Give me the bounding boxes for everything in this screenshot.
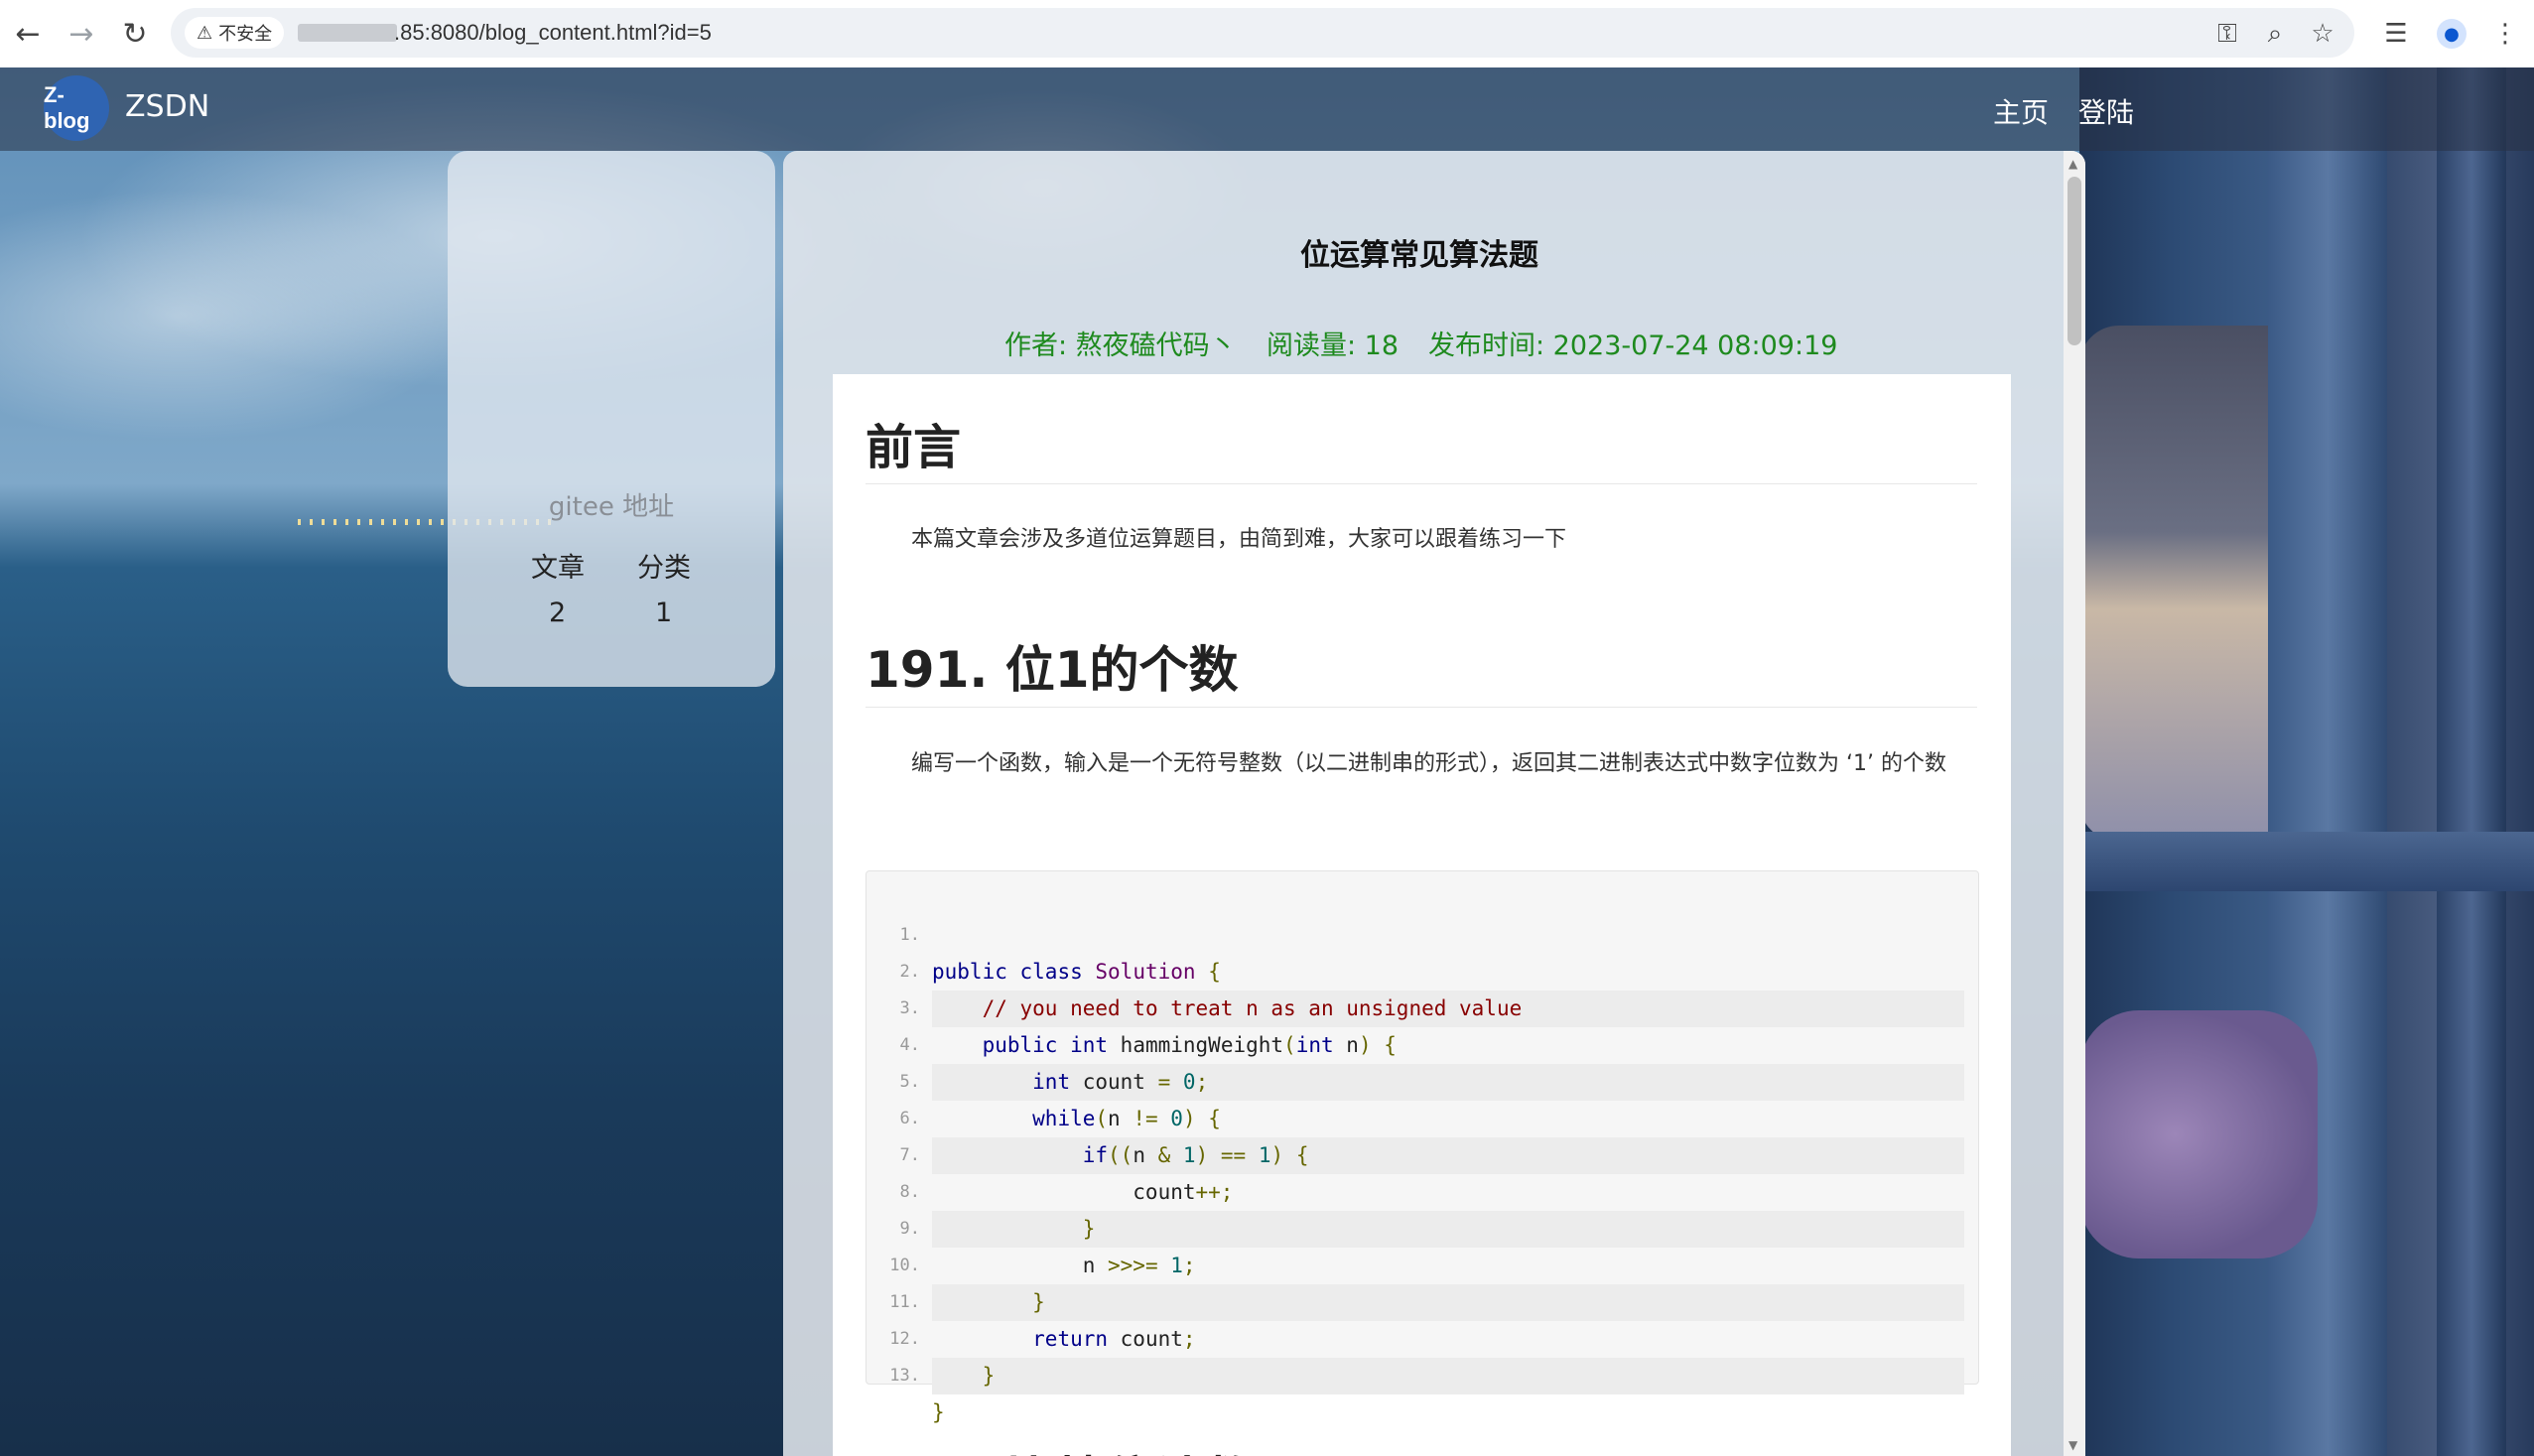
password-key-icon[interactable]: ⚿ [2209,16,2245,52]
code-line: 1. public class Solution { [867,880,1963,984]
redacted-host [298,24,397,42]
post-title: 位运算常见算法题 [1300,238,1538,273]
site-brand[interactable]: ZSDN [125,89,209,124]
train-scene [2079,67,2534,1456]
post-read-count: 阅读量: 18 [1267,331,1400,361]
character-dress [2079,1010,2318,1258]
profile-icon[interactable]: ● [2434,16,2469,52]
categories-label: 分类 [637,553,691,584]
heading-191: 191. 位1的个数 [866,641,1239,699]
article-body: 前言 本篇文章会涉及多道位运算题目，由简到难，大家可以跟着练习一下 191. 位… [833,374,2011,1456]
site-logo[interactable]: Z-blog [44,75,109,141]
nav-home[interactable]: 主页 [1993,91,2049,131]
code-line: 8. } [867,1137,1964,1248]
forward-icon[interactable]: → [62,14,101,54]
code-line: 12. } [867,1284,1964,1394]
post-publish-time: 发布时间: 2023-07-24 08:09:19 [1428,331,1838,361]
security-label: 不安全 [218,24,273,45]
blog-content-panel: 位运算常见算法题 作者: 熬夜磕代码丶 阅读量: 18 发布时间: 2023-0… [783,151,2085,1456]
window-post [2437,67,2506,1456]
profile-card: gitee 地址 文章 分类 2 1 [448,151,775,687]
reload-icon[interactable]: ↻ [115,14,155,54]
address-bar[interactable]: ⚠ 不安全 .85:8080/blog_content.html?id=5 [171,8,2354,58]
articles-count: 2 [549,597,567,628]
heading-338: 338. 比特位计数 [866,1441,1254,1456]
content-scrollbar[interactable]: ▲ ▼ [2064,151,2085,1456]
scrollbar-thumb[interactable] [2067,177,2081,345]
code-line: 13. } [867,1321,1963,1424]
divider [866,483,1977,484]
gitee-link[interactable]: gitee 地址 [448,486,775,523]
security-chip[interactable]: ⚠ 不安全 [185,17,285,49]
window-rail [2079,832,2534,891]
divider [866,707,1977,708]
back-icon[interactable]: ← [8,14,48,54]
preface-text: 本篇文章会涉及多道位运算题目，由简到难，大家可以跟着练习一下 [911,527,1567,552]
code-line: 6. if((n & 1) == 1) { [867,1064,1964,1174]
bookmark-star-icon[interactable]: ☆ [2305,16,2340,52]
menu-icon[interactable]: ⋮ [2487,16,2523,52]
articles-label: 文章 [531,553,585,584]
code-line: 4. int count = 0; [867,991,1964,1101]
line-number: 13. [889,1366,920,1386]
code-block[interactable]: 1. public class Solution { 2. // you nee… [866,870,1979,1424]
categories-count: 1 [655,597,673,628]
code-line: 11. return count; [867,1248,1963,1351]
url-text[interactable]: .85:8080/blog_content.html?id=5 [394,20,712,46]
code-line: 3. public int hammingWeight(int n) { [867,954,1963,1057]
post-author: 作者: 熬夜磕代码丶 [1004,331,1237,361]
scroll-up-icon[interactable]: ▲ [2068,157,2077,171]
code-text: } [932,1400,945,1424]
zoom-icon[interactable]: ⌕ [2257,16,2293,52]
code-line: 7. count++; [867,1101,1963,1204]
code-text: } [932,1358,1964,1394]
reading-list-icon[interactable]: ☰ [2378,16,2414,52]
scroll-down-icon[interactable]: ▼ [2068,1438,2077,1452]
character-figure [2079,326,2268,842]
browser-toolbar: ← → ↻ ⚠ 不安全 .85:8080/blog_content.html?i… [0,0,2534,68]
nav-login[interactable]: 登陆 [2078,91,2134,131]
code-line: 5. while(n != 0) { [867,1027,1963,1130]
code-line: 9. n >>>= 1; [867,1174,1963,1277]
code-line: 10. } [867,1211,1964,1321]
warning-icon: ⚠ [197,22,213,44]
heading-preface: 前言 [866,420,962,475]
problem-191-text: 编写一个函数，输入是一个无符号整数（以二进制串的形式），返回其二进制表达式中数字… [911,751,1946,776]
code-line: 2. // you need to treat n as an unsigned… [867,917,1964,1027]
site-navbar: Z-blog ZSDN 主页 登陆 [0,67,2534,151]
